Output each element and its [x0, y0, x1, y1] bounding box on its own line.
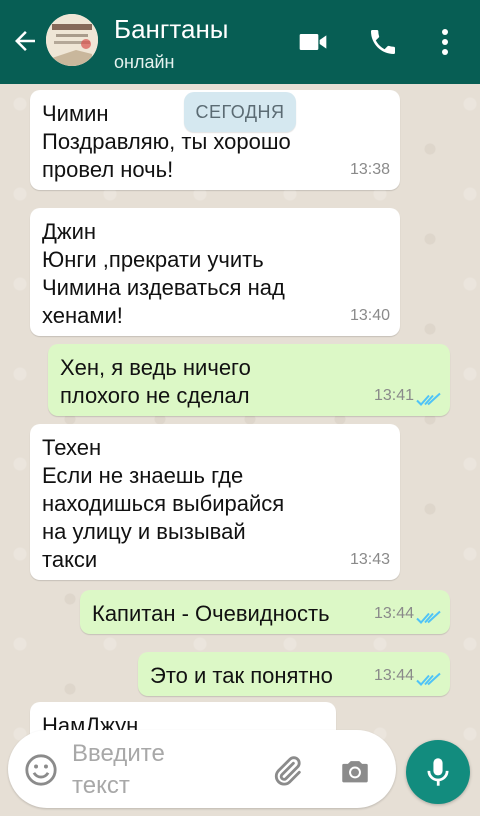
- back-arrow-icon[interactable]: [10, 26, 40, 56]
- message-time: 13:44: [373, 605, 414, 622]
- message-text: Если не знаешь где находишься выбирайся …: [42, 463, 285, 572]
- message-time: 13:41: [373, 387, 414, 404]
- camera-icon[interactable]: [338, 754, 372, 788]
- double-check-icon: [416, 672, 441, 686]
- message-bubble-outgoing[interactable]: Хен, я ведь ничего плохого не сделал 13:…: [48, 344, 450, 416]
- date-divider: СЕГОДНЯ: [184, 92, 296, 132]
- message-list[interactable]: СЕГОДНЯ Чимин Поздравляю, ты хорошо пров…: [0, 84, 480, 816]
- phone-icon[interactable]: [366, 26, 400, 58]
- message-sender: Джин: [42, 219, 97, 244]
- message-bubble-outgoing[interactable]: Это и так понятно 13:44: [138, 652, 450, 696]
- message-bubble-incoming[interactable]: Техен Если не знаешь где находишься выби…: [30, 424, 400, 580]
- message-bubble-outgoing[interactable]: Капитан - Очевидность 13:44: [80, 590, 450, 634]
- more-vertical-icon[interactable]: [432, 26, 458, 58]
- message-sender: Техен: [42, 435, 102, 460]
- message-input[interactable]: Введите текст: [72, 738, 222, 802]
- message-time: 13:38: [349, 161, 390, 178]
- paperclip-icon[interactable]: [270, 754, 304, 788]
- double-check-icon: [416, 610, 441, 624]
- message-bubble-incoming[interactable]: Джин Юнги ,прекрати учить Чимина издеват…: [30, 208, 400, 336]
- chat-title[interactable]: Бангтаны: [114, 14, 229, 45]
- message-time: 13:40: [349, 307, 390, 324]
- online-status: онлайн: [114, 52, 175, 72]
- message-time: 13:44: [373, 667, 414, 684]
- message-input-bar: Введите текст: [8, 730, 396, 808]
- microphone-icon: [427, 758, 449, 786]
- message-text: Юнги ,прекрати учить Чимина издеваться н…: [42, 247, 285, 328]
- video-camera-icon[interactable]: [296, 26, 330, 58]
- message-text: Поздравляю, ты хорошо провел ночь!: [42, 129, 291, 182]
- emoji-icon[interactable]: [24, 753, 58, 787]
- chat-header: Бангтаны онлайн: [0, 0, 480, 84]
- message-time: 13:43: [349, 551, 390, 568]
- double-check-icon: [416, 392, 441, 406]
- microphone-button[interactable]: [406, 740, 470, 804]
- avatar[interactable]: [46, 14, 98, 66]
